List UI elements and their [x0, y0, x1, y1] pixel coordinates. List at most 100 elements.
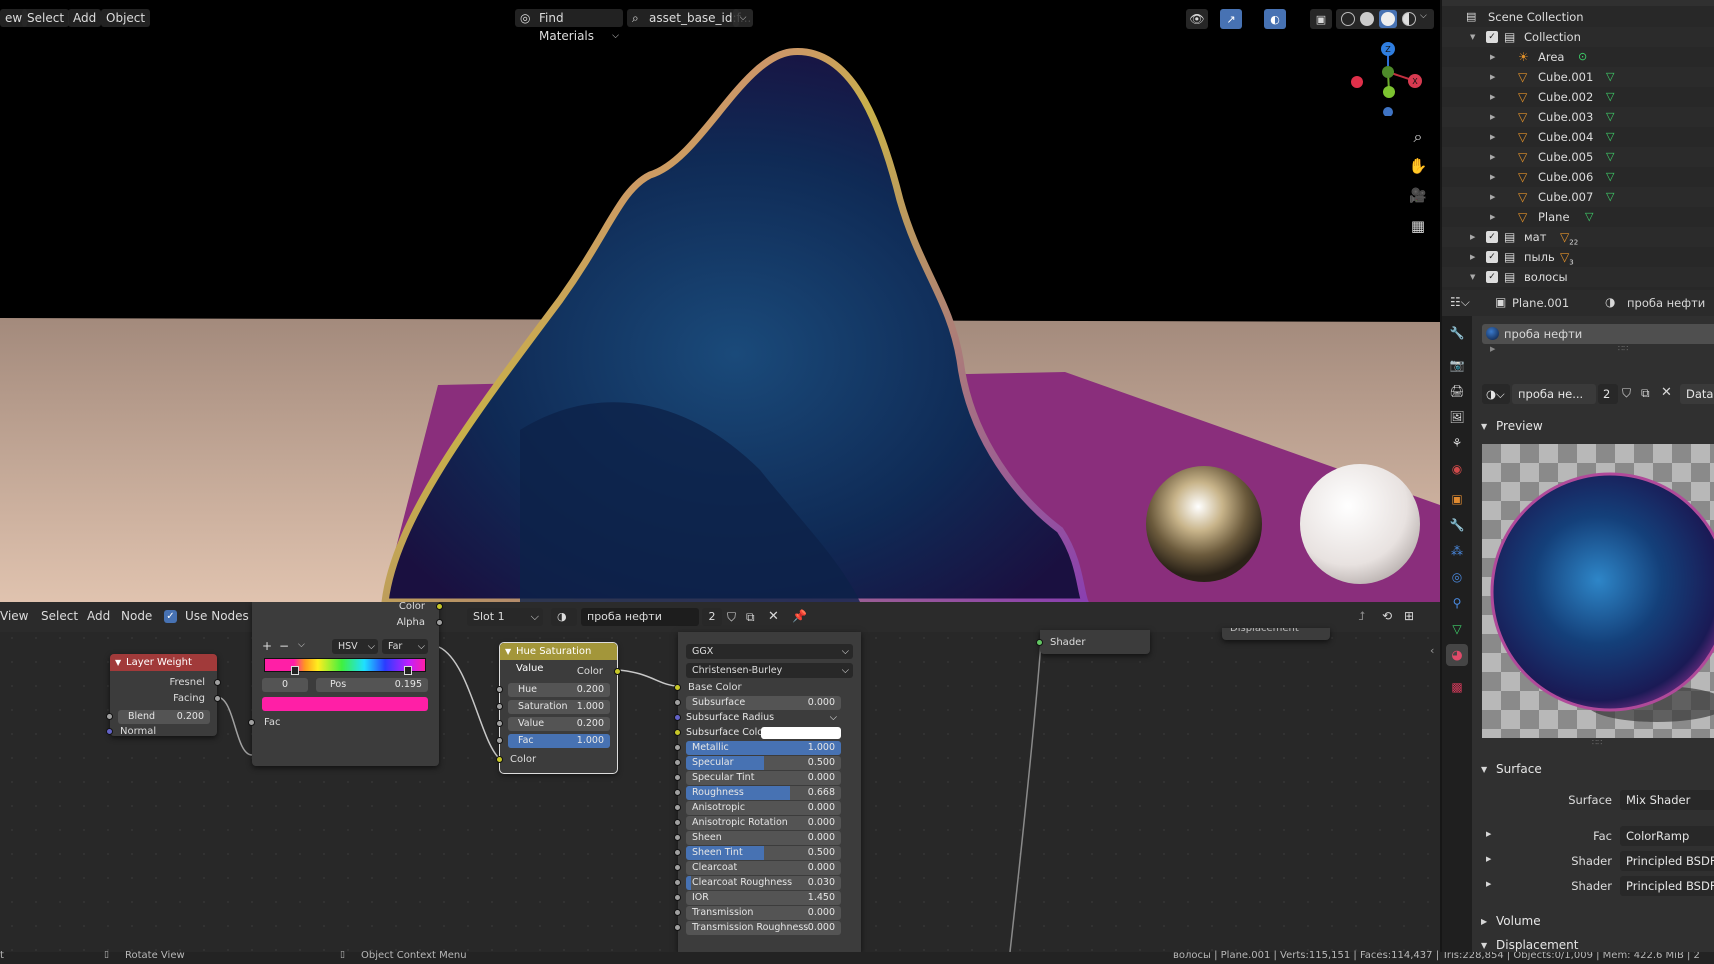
expand-arrow-icon[interactable]: ▶	[1490, 147, 1495, 167]
tool-tab-icon[interactable]: 🔧	[1446, 322, 1468, 344]
object-tab-icon[interactable]: ▣	[1446, 488, 1468, 510]
bsdf-input-field[interactable]: Anisotropic 0.000	[686, 801, 841, 815]
bsdf-input-socket[interactable]	[674, 699, 681, 706]
expand-arrow-icon[interactable]: ▶	[1490, 107, 1495, 127]
bsdf-input-socket[interactable]	[674, 714, 681, 721]
mesh-data-icon[interactable]: ▽	[1606, 147, 1614, 167]
color-mode-dropdown[interactable]: HSV ⌵	[332, 639, 378, 654]
facing-output-socket[interactable]	[214, 695, 221, 702]
expand-arrow-icon[interactable]: ▶	[1470, 227, 1475, 247]
fake-user-shield-icon[interactable]: ⛉	[1622, 386, 1631, 401]
expand-arrow-icon[interactable]: ▶	[1490, 127, 1495, 147]
blend-field[interactable]: Blend 0.200	[118, 710, 210, 724]
panel-expand-arrow-icon[interactable]: ▶	[1481, 917, 1487, 926]
asset-options-button[interactable]: ⌵	[733, 9, 753, 27]
outliner-item[interactable]: ▶ ▽ Cube.002 ▽	[1442, 87, 1714, 107]
render-tab-icon[interactable]: 📷	[1446, 354, 1468, 376]
modifier-tab-icon[interactable]: 🔧	[1446, 514, 1468, 536]
chevron-down-icon[interactable]: ⌵	[298, 640, 305, 650]
hue-input-socket[interactable]	[496, 686, 503, 693]
normal-input-socket[interactable]	[106, 728, 113, 735]
bsdf-input-socket[interactable]	[674, 819, 681, 826]
fac-input-socket[interactable]	[248, 719, 255, 726]
material-output-node[interactable]: Shader	[1036, 630, 1150, 654]
physics-tab-icon[interactable]: ◎	[1446, 566, 1468, 588]
color-output-socket[interactable]	[614, 668, 621, 675]
view-layer-tab-icon[interactable]: 🖼	[1446, 406, 1468, 428]
bsdf-input-socket[interactable]	[674, 909, 681, 916]
value-field[interactable]: Value 0.200	[508, 717, 610, 731]
expand-arrow-icon[interactable]: ▶	[1470, 247, 1475, 267]
fac-input-socket[interactable]	[496, 737, 503, 744]
expand-arrow-icon[interactable]: ▶	[1490, 47, 1495, 67]
color-ramp-node[interactable]: Color Alpha + − ⌵ HSV ⌵ Far ⌵ 0 Pos 0.195 …	[248, 602, 443, 766]
fac-field[interactable]: Fac 1.000	[508, 734, 610, 748]
collapse-arrow-icon[interactable]: ▼	[505, 643, 511, 660]
group-output-node[interactable]: Displacement	[1222, 628, 1330, 640]
outliner-item[interactable]: ▶ ▽ Plane ▽	[1442, 207, 1714, 227]
expand-arrow-icon[interactable]: ▶	[1490, 87, 1495, 107]
xray-icon[interactable]: ▣	[1310, 9, 1332, 29]
bsdf-input-field[interactable]: Roughness 0.668	[686, 786, 841, 800]
bsdf-input-socket[interactable]	[674, 864, 681, 871]
mesh-data-icon[interactable]: ▽	[1606, 187, 1614, 207]
bsdf-input-field[interactable]: IOR 1.450	[686, 891, 841, 905]
browse-material-button[interactable]: ◑⌵	[1482, 384, 1510, 404]
surface-shader-field[interactable]: Mix Shader	[1620, 790, 1714, 810]
bsdf-input-field[interactable]: Specular Tint 0.000	[686, 771, 841, 785]
bsdf-input-field[interactable]: Transmission 0.000	[686, 906, 841, 920]
material-users-count[interactable]: 2	[1598, 384, 1618, 404]
mesh-data-icon[interactable]: ▽	[1606, 107, 1614, 127]
bsdf-input-socket[interactable]	[674, 804, 681, 811]
asset-search-field[interactable]: ⌕ asset_base_id:f...	[627, 9, 751, 27]
outliner-item[interactable]: ▼ ✓ ▤ волосы	[1442, 267, 1714, 287]
material-name-field[interactable]: проба не...	[1512, 384, 1596, 404]
hue-saturation-value-node[interactable]: ▼ Hue Saturation Value Color Hue 0.200 S…	[496, 642, 621, 774]
value-input-socket[interactable]	[496, 720, 503, 727]
fresnel-output-socket[interactable]	[214, 679, 221, 686]
output-tab-icon[interactable]: 🖨	[1446, 380, 1468, 402]
constraints-tab-icon[interactable]: ⚲	[1446, 592, 1468, 614]
mesh-data-icon[interactable]: ▽	[1606, 167, 1614, 187]
duplicate-material-icon[interactable]: ⧉	[1641, 386, 1650, 401]
stop-position-field[interactable]: Pos 0.195	[316, 678, 428, 692]
outliner-item[interactable]: ▶ ▽ Cube.006 ▽	[1442, 167, 1714, 187]
link-data-dropdown[interactable]: Data	[1680, 384, 1714, 404]
shader-node-editor[interactable]: View Select Add Node ✓ Use Nodes Slot 1 …	[0, 602, 1440, 952]
visibility-icon[interactable]: 👁	[1186, 9, 1208, 29]
bsdf-input-field[interactable]: Clearcoat 0.000	[686, 861, 841, 875]
bsdf-input-socket[interactable]	[674, 789, 681, 796]
bsdf-input-socket[interactable]	[674, 774, 681, 781]
mesh-data-icon[interactable]: ▽	[1585, 207, 1593, 227]
blend-input-socket[interactable]	[106, 713, 113, 720]
shader-input-field[interactable]: Principled BSDF	[1620, 851, 1714, 871]
principled-bsdf-node[interactable]: GGX ⌵ Christensen-Burley ⌵ Base Color Subs…	[674, 632, 861, 952]
distribution-dropdown[interactable]: GGX ⌵	[686, 644, 853, 659]
find-materials-dropdown[interactable]: ◎ Find Materials ⌵	[515, 9, 623, 43]
bsdf-input-field[interactable]: Subsurface Color	[686, 726, 841, 740]
expand-arrow-icon[interactable]: ▶	[1490, 167, 1495, 187]
outliner-item[interactable]: ▶ ▽ Cube.003 ▽	[1442, 107, 1714, 127]
sidebar-toggle-chevron-icon[interactable]: ‹	[1430, 644, 1434, 657]
expand-arrow-icon[interactable]: ▶	[1490, 207, 1495, 227]
bsdf-input-socket[interactable]	[674, 849, 681, 856]
material-shading-icon[interactable]	[1379, 10, 1397, 28]
unlink-material-close-icon[interactable]: ✕	[1661, 385, 1672, 400]
ortho-grid-icon[interactable]: ▦	[1403, 212, 1433, 240]
properties-editor[interactable]: ☷⌵ ▣ Plane.001 ◑ проба нефти 🔧 📷 🖨 🖼 ⚘ ◉…	[1440, 290, 1714, 952]
bsdf-input-socket[interactable]	[674, 894, 681, 901]
outliner-item[interactable]: ▶ ▽ Cube.005 ▽	[1442, 147, 1714, 167]
material-tab-icon[interactable]: ◕	[1446, 644, 1468, 666]
particles-tab-icon[interactable]: ⁂	[1446, 540, 1468, 562]
editor-type-icon[interactable]: ☷⌵	[1450, 295, 1470, 310]
bsdf-input-socket[interactable]	[674, 834, 681, 841]
subsurface-method-dropdown[interactable]: Christensen-Burley ⌵	[686, 663, 853, 678]
exclude-checkbox[interactable]: ✓	[1486, 251, 1498, 263]
outliner-item[interactable]: ▶ ✓ ▤ пыль ▽3	[1442, 247, 1714, 267]
saturation-field[interactable]: Saturation 1.000	[508, 700, 610, 714]
select-menu[interactable]: Select	[22, 9, 70, 27]
color-output-socket[interactable]	[436, 603, 443, 610]
chevron-down-icon[interactable]: ⌵	[1420, 11, 1427, 21]
surface-panel-header[interactable]: Surface	[1496, 762, 1542, 776]
camera-view-icon[interactable]: 🎥	[1403, 182, 1433, 210]
